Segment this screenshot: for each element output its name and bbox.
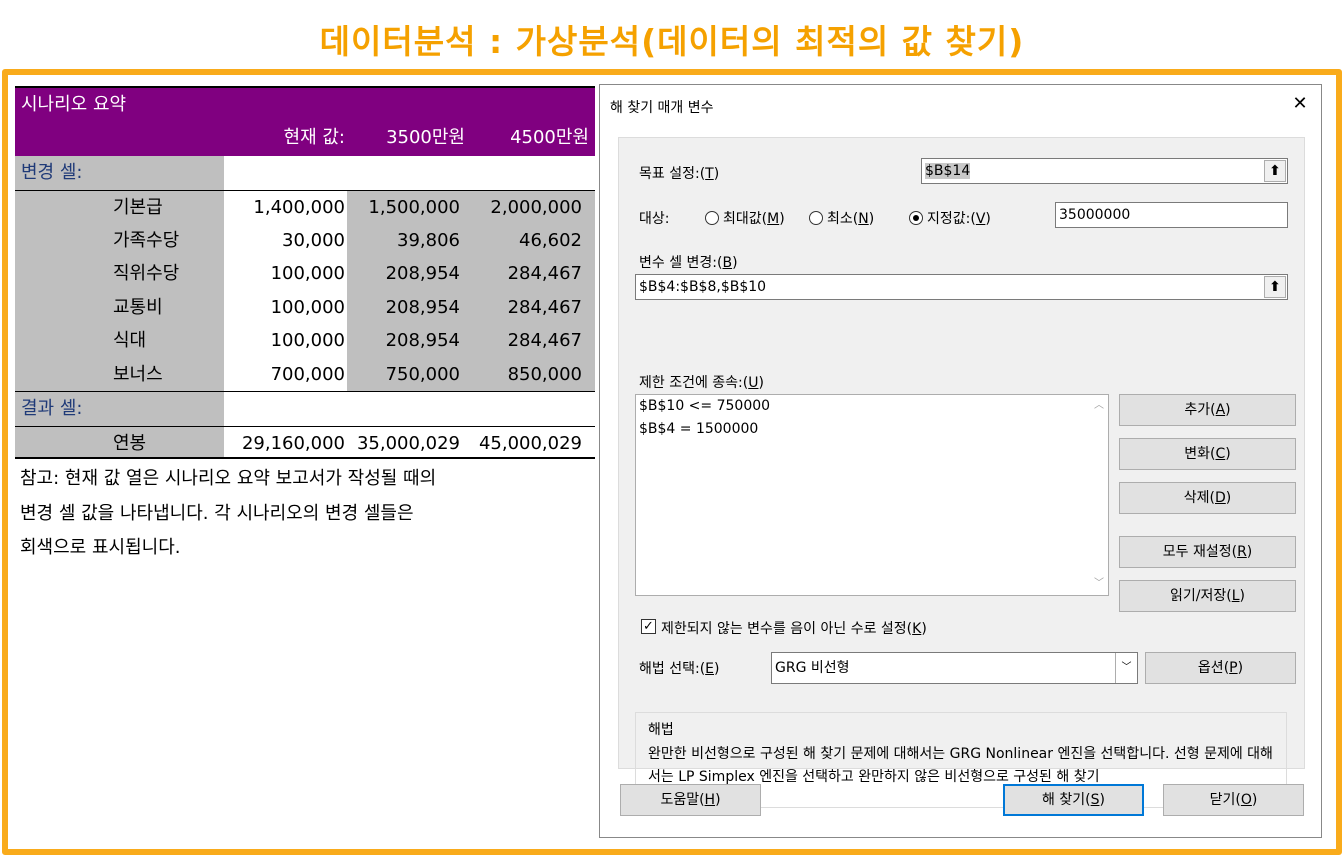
table-row: 교통비 100,000 208,954 284,467 — [15, 290, 595, 325]
scenario-note: 참고: 현재 값 열은 시나리오 요약 보고서가 작성될 때의 변경 셀 값을 … — [20, 462, 540, 566]
scroll-down-icon[interactable]: ﹀ — [1090, 575, 1108, 593]
variable-cells-input[interactable]: $B$4:$B$8,$B$10 ⬆ — [635, 274, 1288, 300]
note-line: 회색으로 표시됩니다. — [20, 537, 181, 558]
reset-all-button[interactable]: 모두 재설정(R) — [1119, 536, 1296, 568]
solving-method-select[interactable]: GRG 비선형 ﹀ — [771, 652, 1138, 684]
method-box-text: 완만한 비선형으로 구성된 해 찾기 문제에 대해서는 GRG Nonlinea… — [648, 746, 1273, 785]
table-row: 식대 100,000 208,954 284,467 — [15, 324, 595, 358]
row-value-scenario2: 284,467 — [507, 263, 582, 285]
row-value-scenario1: 208,954 — [385, 330, 460, 352]
row-value-scenario1: 208,954 — [385, 263, 460, 285]
dialog-body: 목표 설정:(T) $B$14 ⬆ 대상: 최대값(M) 최소(N) 지정값:(… — [618, 137, 1305, 808]
change-button[interactable]: 변화(C) — [1119, 438, 1296, 470]
row-name: 식대 — [15, 324, 224, 358]
close-icon[interactable]: ✕ — [1289, 93, 1311, 115]
add-button[interactable]: 추가(A) — [1119, 394, 1296, 426]
scenario-column-header-row: 현재 값: 3500만원 4500만원 — [15, 120, 595, 156]
objective-label: 목표 설정:(T) — [639, 166, 720, 182]
row-value-current: 1,400,000 — [253, 197, 345, 218]
method-label: 해법 선택:(E) — [639, 661, 720, 677]
chevron-down-icon[interactable]: ﹀ — [1115, 653, 1137, 683]
column-header-current: 현재 값: — [283, 127, 345, 148]
variable-cells-value: $B$4:$B$8,$B$10 — [639, 279, 767, 295]
row-value-current: 100,000 — [270, 296, 345, 318]
table-row: 직위수당 100,000 208,954 284,467 — [15, 257, 595, 291]
table-row: 보너스 700,000 750,000 850,000 — [15, 357, 595, 392]
note-line: 참고: 현재 값 열은 시나리오 요약 보고서가 작성될 때의 — [20, 468, 437, 489]
options-button[interactable]: 옵션(P) — [1145, 652, 1296, 684]
radio-selected-icon — [909, 211, 923, 225]
radio-icon — [809, 211, 823, 225]
row-value-scenario2: 46,602 — [519, 229, 582, 251]
row-value-scenario1: 1,500,000 — [368, 197, 460, 218]
solve-button[interactable]: 해 찾기(S) — [1003, 784, 1144, 816]
row-value-scenario2: 284,467 — [507, 330, 582, 352]
nonnegative-checkbox[interactable]: ✓ — [641, 619, 656, 634]
row-value-scenario1: 750,000 — [385, 363, 460, 385]
scroll-up-icon[interactable]: ︿ — [1090, 397, 1108, 415]
result-row-name: 연봉 — [15, 426, 224, 458]
note-line: 변경 셀 값을 나타냅니다. 각 시나리오의 변경 셀들은 — [20, 502, 414, 524]
solving-method-value: GRG 비선형 — [775, 660, 850, 676]
target-value-input[interactable]: 35000000 — [1055, 202, 1288, 228]
row-value-scenario1: 39,806 — [397, 229, 460, 251]
result-value-scenario2: 45,000,029 — [478, 432, 582, 454]
scenario-summary-table: 시나리오 요약 현재 값: 3500만원 4500만원 변경 셀: 기본급 1,… — [15, 86, 595, 460]
row-value-scenario2: 850,000 — [507, 363, 582, 385]
constraints-scrollbar[interactable]: ︿ ﹀ — [1090, 395, 1108, 595]
nonnegative-label: 제한되지 않는 변수를 음이 아닌 수로 설정(K) — [661, 621, 927, 637]
row-value-current: 100,000 — [270, 330, 345, 352]
result-cells-section: 결과 셀: — [15, 391, 595, 426]
radio-max[interactable]: 최대값(M) — [705, 208, 785, 228]
row-value-current: 30,000 — [282, 229, 345, 251]
target-label: 대상: — [639, 211, 670, 227]
changing-cells-section: 변경 셀: — [15, 156, 595, 190]
row-value-scenario1: 208,954 — [385, 296, 460, 318]
row-value-current: 100,000 — [270, 263, 345, 285]
method-box-title: 해법 — [648, 722, 674, 738]
delete-button[interactable]: 삭제(D) — [1119, 482, 1296, 514]
close-button[interactable]: 닫기(O) — [1163, 784, 1304, 816]
row-value-scenario2: 284,467 — [507, 296, 582, 318]
solver-parameters-dialog: 해 찾기 매개 변수 ✕ 목표 설정:(T) $B$14 ⬆ 대상: 최대값(M… — [599, 84, 1322, 838]
constraints-label: 제한 조건에 종속:(U) — [639, 375, 764, 391]
objective-value: $B$14 — [925, 163, 971, 179]
row-name: 기본급 — [15, 191, 224, 224]
row-name: 가족수당 — [15, 223, 224, 258]
help-button[interactable]: 도움말(H) — [620, 784, 761, 816]
variable-cells-label: 변수 셀 변경:(B) — [639, 255, 738, 271]
load-save-button[interactable]: 읽기/저장(L) — [1119, 580, 1296, 612]
row-value-scenario2: 2,000,000 — [490, 197, 582, 218]
radio-value-of[interactable]: 지정값:(V) — [909, 208, 991, 228]
constraints-list[interactable]: $B$10 <= 750000 $B$4 = 1500000 ︿ ﹀ — [635, 394, 1109, 596]
row-name: 보너스 — [15, 357, 224, 391]
scenario-title: 시나리오 요약 — [21, 94, 127, 115]
radio-icon — [705, 211, 719, 225]
radio-min[interactable]: 최소(N) — [809, 208, 874, 228]
table-row: 가족수당 30,000 39,806 46,602 — [15, 223, 595, 258]
table-row: 기본급 1,400,000 1,500,000 2,000,000 — [15, 190, 595, 224]
changing-cells-label: 변경 셀: — [15, 156, 224, 190]
result-row: 연봉 29,160,000 35,000,029 45,000,029 — [15, 425, 595, 460]
result-cells-label: 결과 셀: — [15, 391, 224, 426]
result-value-current: 29,160,000 — [241, 432, 345, 454]
collapse-dialog-icon[interactable]: ⬆ — [1264, 276, 1286, 298]
list-item[interactable]: $B$10 <= 750000 — [636, 395, 1108, 418]
objective-input[interactable]: $B$14 ⬆ — [921, 158, 1288, 184]
column-header-scenario1: 3500만원 — [386, 127, 465, 148]
dialog-title: 해 찾기 매개 변수 — [610, 100, 714, 116]
page-title: 데이터분석 : 가상분석(데이터의 최적의 값 찾기) — [319, 22, 1025, 61]
list-item[interactable]: $B$4 = 1500000 — [636, 418, 1108, 441]
result-value-scenario1: 35,000,029 — [356, 432, 460, 454]
scenario-header-row: 시나리오 요약 — [15, 86, 595, 120]
row-name: 교통비 — [15, 290, 224, 325]
column-header-scenario2: 4500만원 — [510, 127, 589, 148]
row-value-current: 700,000 — [270, 363, 345, 385]
row-name: 직위수당 — [15, 257, 224, 291]
collapse-dialog-icon[interactable]: ⬆ — [1264, 160, 1286, 182]
